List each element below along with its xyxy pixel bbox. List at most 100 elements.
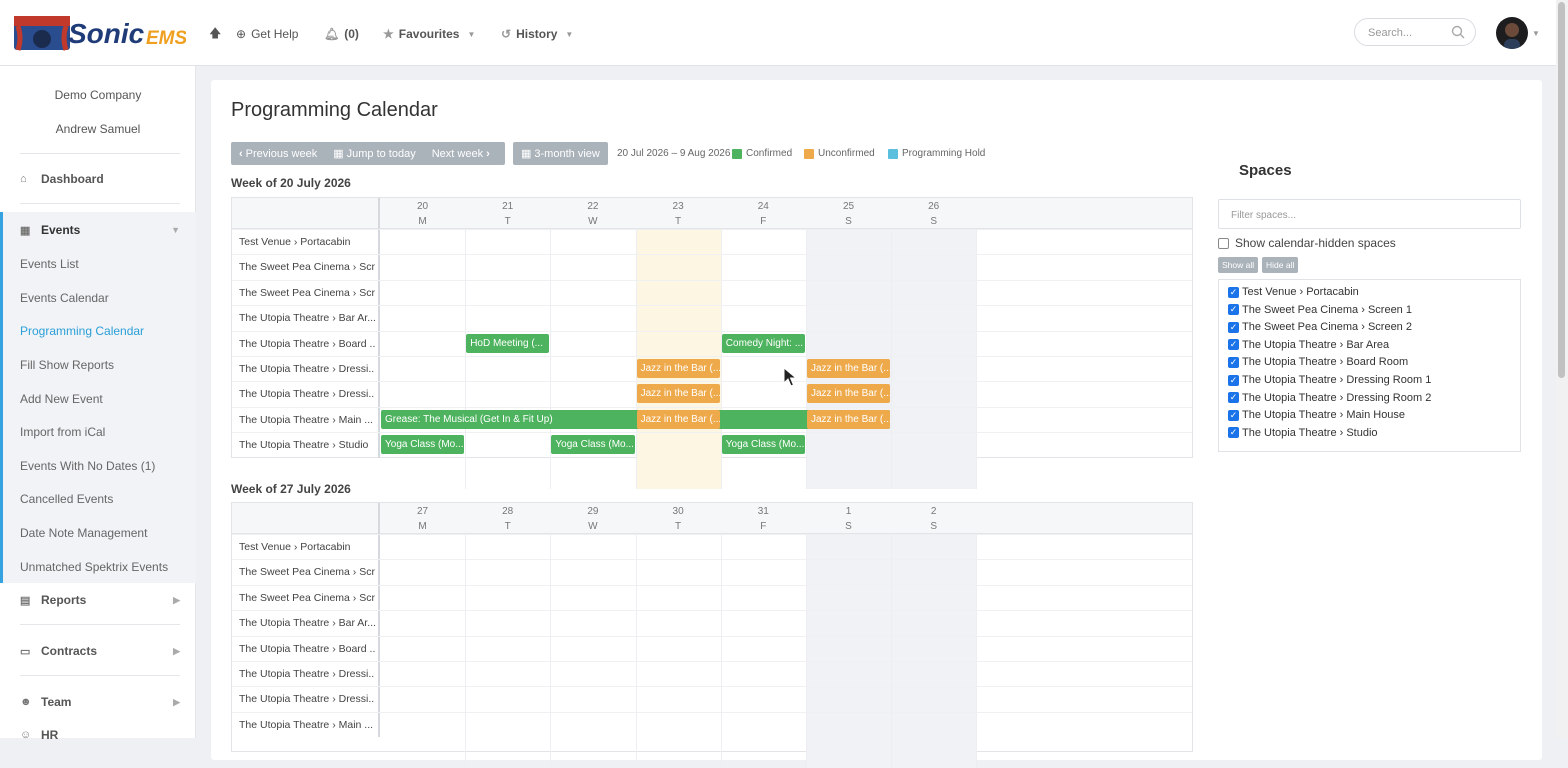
next-week-button[interactable]: Next week › (424, 142, 498, 165)
sidebar-subitem[interactable]: Cancelled Events (20, 492, 113, 506)
history-dropdown[interactable]: ↺ History ▼ (501, 26, 573, 42)
favourites-label: Favourites (398, 27, 460, 41)
space-checkbox-item[interactable]: ✓ The Utopia Theatre › Board Room (1228, 356, 1408, 368)
day-letter: T (504, 216, 511, 227)
filter-spaces-input[interactable]: Filter spaces... (1218, 199, 1521, 229)
space-row-label: The Utopia Theatre › Dressi... (239, 668, 375, 680)
calendar-row: Test Venue › Portacabin (232, 229, 1192, 254)
legend-programming-hold: Programming Hold (888, 148, 985, 159)
sidebar-item-label: Team (41, 695, 72, 709)
avatar[interactable] (1496, 17, 1528, 49)
calendar-row: The Sweet Pea Cinema › Scr... (232, 584, 1192, 610)
event-block[interactable]: Jazz in the Bar (... (636, 384, 720, 404)
calendar-row: The Utopia Theatre › Main ... (232, 711, 1192, 737)
sidebar-item-events[interactable]: ▦ Events ▼ (0, 216, 196, 244)
sidebar-subitem[interactable]: Import from iCal (20, 425, 105, 439)
event-block[interactable]: Jazz in the Bar (... (807, 359, 891, 378)
show-hidden-label: Show calendar-hidden spaces (1235, 236, 1396, 250)
checkbox-checked-icon: ✓ (1228, 304, 1239, 316)
space-row-label: The Sweet Pea Cinema › Scr... (239, 261, 375, 274)
home-icon: ⌂ (20, 173, 27, 185)
day-letter: W (588, 521, 598, 532)
sidebar-subitem[interactable]: Unmatched Spektrix Events (20, 560, 168, 574)
report-icon: ▤ (20, 594, 31, 607)
sidebar-subitem[interactable]: Events List (20, 257, 79, 271)
sidebar-item-label: Contracts (41, 644, 98, 658)
spaces-title: Spaces (1239, 162, 1292, 179)
brand-suffix: EMS (146, 28, 186, 49)
day-date: 23 (672, 201, 684, 212)
three-month-view-button[interactable]: ▦ 3-month view (513, 142, 608, 165)
event-block[interactable]: Yoga Class (Mo... (381, 435, 465, 455)
previous-week-button[interactable]: ‹ Previous week (231, 142, 325, 165)
space-checkbox-item[interactable]: ✓ The Sweet Pea Cinema › Screen 2 (1228, 321, 1412, 333)
space-checkbox-item[interactable]: ✓ The Sweet Pea Cinema › Screen 1 (1228, 304, 1412, 316)
scrollbar[interactable] (1556, 0, 1568, 738)
sidebar-subitem[interactable]: Date Note Management (20, 526, 147, 540)
company-name[interactable]: Demo Company (0, 88, 196, 102)
chevron-down-icon: ▼ (171, 225, 180, 235)
day-letter: S (845, 216, 852, 227)
day-date: 28 (502, 506, 514, 517)
calendar-icon: ▦ (333, 148, 344, 160)
sidebar-item-dashboard[interactable]: ⌂ Dashboard (0, 165, 196, 193)
space-checkbox-item[interactable]: ✓ The Utopia Theatre › Bar Area (1228, 339, 1389, 351)
space-label: The Sweet Pea Cinema › Screen 1 (1242, 303, 1412, 316)
calendar-row: The Utopia Theatre › Dressi... (232, 686, 1192, 711)
legend-swatch (888, 148, 898, 159)
sidebar-subitem-active[interactable]: Programming Calendar (20, 324, 144, 338)
hide-all-button[interactable]: Hide all (1262, 257, 1299, 273)
sidebar-subitem[interactable]: Events Calendar (20, 291, 109, 305)
event-block[interactable]: Jazz in the Bar (... (807, 409, 891, 429)
event-block[interactable]: Jazz in the Bar (... (636, 359, 720, 378)
event-block[interactable]: Jazz in the Bar (... (636, 409, 720, 429)
sidebar-item-reports[interactable]: ▤ Reports ▶ (0, 586, 196, 614)
space-checkbox-item[interactable]: ✓ The Utopia Theatre › Dressing Room 2 (1228, 392, 1431, 404)
favourites-dropdown[interactable]: ★ Favourites ▼ (383, 26, 475, 42)
show-hidden-spaces-checkbox[interactable]: Show calendar-hidden spaces (1218, 236, 1396, 250)
legend-label: Programming Hold (902, 148, 986, 159)
week-nav-group: ‹ Previous week ▦ Jump to today Next week › (231, 142, 505, 165)
space-row-label: The Utopia Theatre › Board ... (239, 642, 375, 655)
sidebar-item-team[interactable]: ☻ Team ▶ (0, 688, 196, 716)
space-label: The Utopia Theatre › Board Room (1242, 356, 1409, 369)
calendar-icon: ▦ (521, 148, 532, 160)
space-checkbox-item[interactable]: ✓ Test Venue › Portacabin (1228, 286, 1359, 298)
divider (20, 153, 180, 154)
sidebar-subitem[interactable]: Fill Show Reports (20, 358, 114, 372)
divider (20, 675, 180, 676)
space-row-label: The Utopia Theatre › Main ... (239, 718, 374, 731)
event-block[interactable]: Jazz in the Bar (... (807, 384, 891, 404)
sidebar-item-hr[interactable]: ☺ HR (0, 721, 196, 749)
space-checkbox-item[interactable]: ✓ The Utopia Theatre › Dressing Room 1 (1228, 374, 1431, 386)
event-block[interactable]: Yoga Class (Mo... (721, 435, 805, 455)
show-all-button[interactable]: Show all (1218, 257, 1259, 273)
chevron-right-icon: ▶ (173, 645, 180, 656)
sonic-ems-logo[interactable]: Sonic EMS (14, 12, 188, 52)
checkbox-checked-icon: ✓ (1228, 356, 1239, 368)
day-column-header: 30 T (636, 503, 721, 534)
get-help-link[interactable]: ⊕ Get Help (236, 26, 298, 42)
sidebar-item-contracts[interactable]: ▭ Contracts ▶ (0, 637, 196, 665)
day-column-header: 22 W (550, 198, 635, 229)
legend-confirmed: Confirmed (732, 148, 792, 159)
event-block[interactable]: Yoga Class (Mo... (551, 435, 635, 455)
event-block[interactable]: Comedy Night: ... (721, 333, 805, 353)
space-checkbox-item[interactable]: ✓ The Utopia Theatre › Main House (1228, 409, 1405, 421)
jump-today-button[interactable]: ▦ Jump to today (325, 142, 424, 165)
calendar-row: The Utopia Theatre › Board ... (232, 330, 1192, 356)
event-block[interactable]: HoD Meeting (... (466, 333, 550, 353)
space-checkbox-item[interactable]: ✓ The Utopia Theatre › Studio (1228, 427, 1378, 439)
sidebar-subitem[interactable]: Events With No Dates (1) (20, 459, 155, 473)
notifications-button[interactable]: 🔔︎ (0) (324, 26, 359, 42)
calendar-row: The Sweet Pea Cinema › Scr... (232, 254, 1192, 279)
history-label: History (516, 27, 558, 41)
chevron-down-icon[interactable]: ▼ (1532, 29, 1540, 38)
up-arrow-button[interactable]: 🡅 (209, 26, 221, 42)
space-row-label: The Sweet Pea Cinema › Scr... (239, 591, 375, 604)
sidebar-subitem[interactable]: Add New Event (20, 392, 103, 406)
search-input[interactable]: Search... (1354, 18, 1476, 46)
scrollbar-thumb[interactable] (1558, 2, 1565, 378)
user-name[interactable]: Andrew Samuel (0, 122, 196, 136)
space-label: The Sweet Pea Cinema › Screen 2 (1242, 321, 1412, 334)
